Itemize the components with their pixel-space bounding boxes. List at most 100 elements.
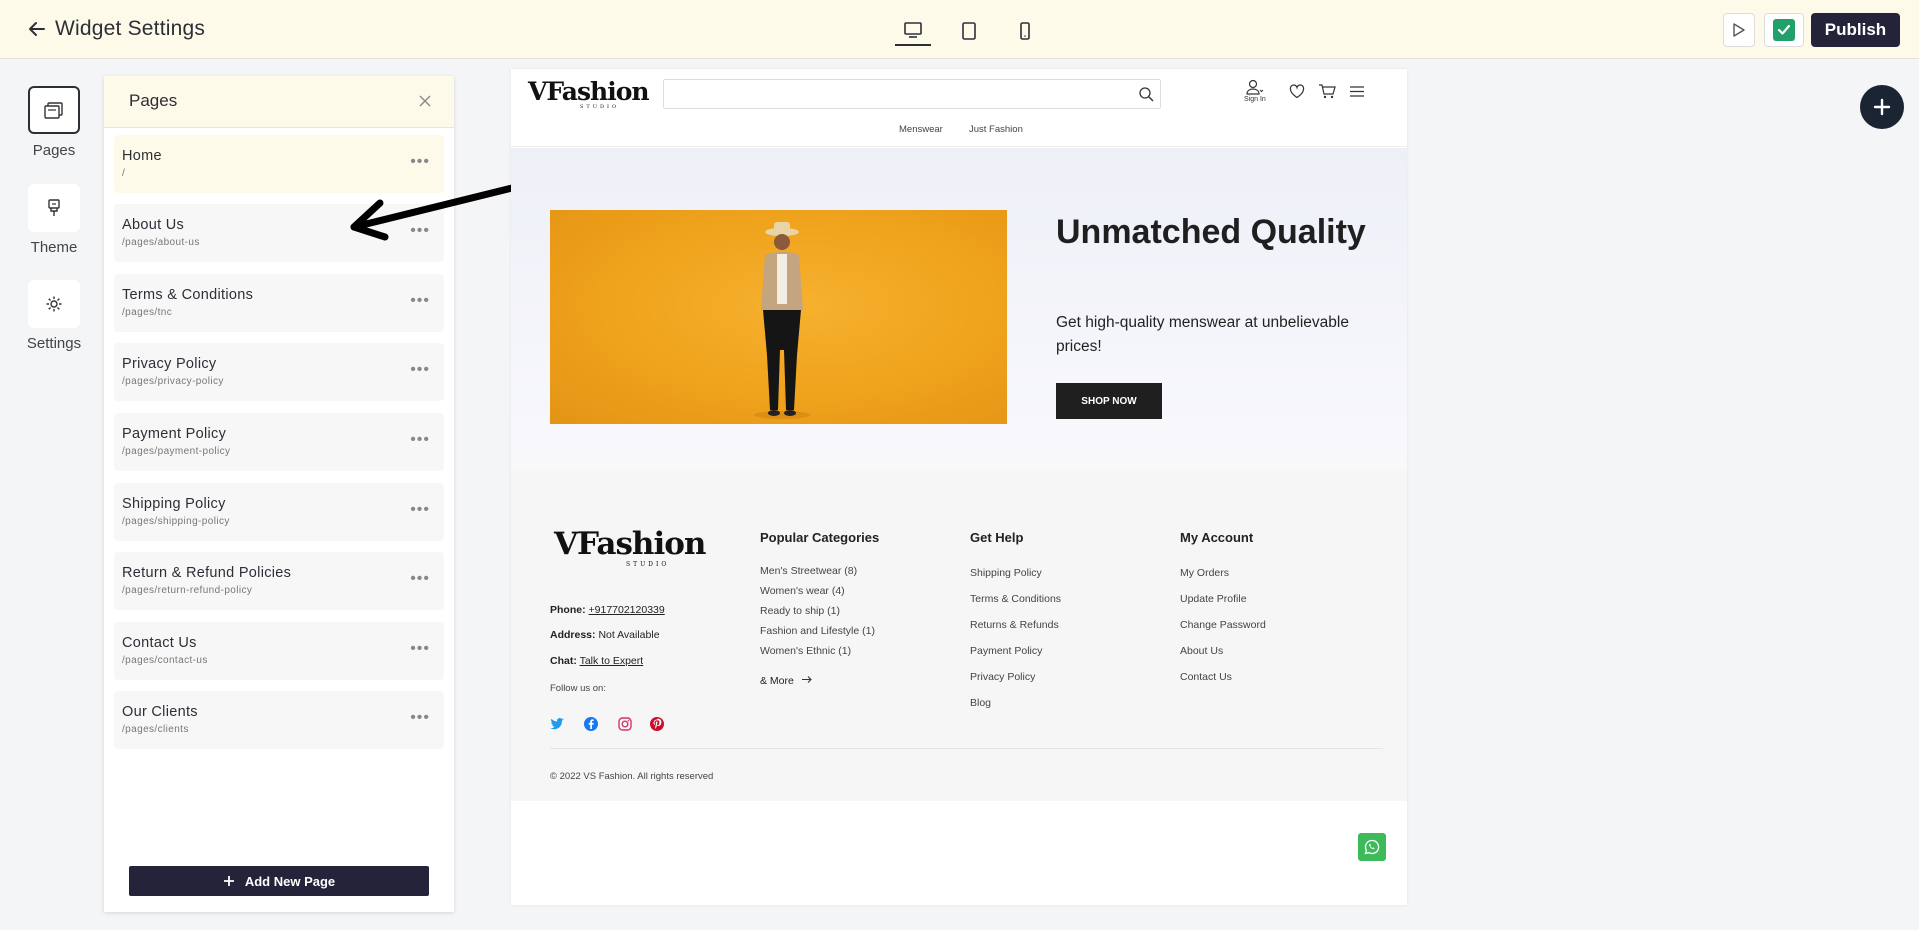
page-item-return-refund[interactable]: Return & Refund Policies /pages/return-r… bbox=[114, 552, 444, 610]
page-item-name: Payment Policy bbox=[122, 426, 227, 442]
paint-roller-icon bbox=[48, 199, 60, 216]
menu-icon[interactable] bbox=[1349, 85, 1365, 98]
page-item-privacy-policy[interactable]: Privacy Policy /pages/privacy-policy ••• bbox=[114, 343, 444, 401]
page-item-shipping-policy[interactable]: Shipping Policy /pages/shipping-policy •… bbox=[114, 483, 444, 541]
site-header: VFashion STUDIO Sign In Menswear Just Fa… bbox=[511, 69, 1407, 147]
rail-theme-button[interactable] bbox=[28, 184, 80, 232]
page-item-path: /pages/clients bbox=[122, 724, 189, 735]
site-search-input[interactable] bbox=[663, 79, 1161, 109]
footer-account-link[interactable]: Contact Us bbox=[1180, 671, 1232, 683]
tablet-view-button[interactable] bbox=[951, 16, 987, 46]
heart-icon[interactable] bbox=[1289, 84, 1305, 99]
page-item-name: Terms & Conditions bbox=[122, 287, 254, 303]
instagram-icon[interactable] bbox=[617, 716, 633, 732]
footer-category-link[interactable]: Women's Ethnic (1) bbox=[760, 645, 851, 657]
page-item-contact-us[interactable]: Contact Us /pages/contact-us ••• bbox=[114, 622, 444, 680]
pinterest-icon[interactable] bbox=[649, 716, 665, 732]
nav-link-just-fashion[interactable]: Just Fashion bbox=[969, 124, 1023, 135]
add-widget-button[interactable] bbox=[1860, 85, 1904, 129]
signin-label[interactable]: Sign In bbox=[1244, 96, 1266, 103]
follow-label: Follow us on: bbox=[550, 683, 606, 694]
user-icon[interactable] bbox=[1246, 79, 1264, 97]
more-options-icon[interactable]: ••• bbox=[410, 154, 430, 170]
footer-divider bbox=[550, 748, 1383, 749]
back-arrow-icon[interactable] bbox=[26, 18, 48, 40]
get-help-title: Get Help bbox=[970, 530, 1024, 545]
footer-category-link[interactable]: Ready to ship (1) bbox=[760, 605, 840, 617]
more-options-icon[interactable]: ••• bbox=[410, 641, 430, 657]
page-item-name: Home bbox=[122, 148, 162, 164]
twitter-icon[interactable] bbox=[549, 716, 565, 732]
phone-link[interactable]: +917702120339 bbox=[589, 604, 665, 616]
more-options-icon[interactable]: ••• bbox=[410, 362, 430, 378]
footer-help-link[interactable]: Payment Policy bbox=[970, 645, 1042, 657]
footer-help-link[interactable]: Blog bbox=[970, 697, 991, 709]
page-item-name: Shipping Policy bbox=[122, 496, 226, 512]
rail-settings-button[interactable] bbox=[28, 280, 80, 328]
footer-category-link[interactable]: Women's wear (4) bbox=[760, 585, 845, 597]
footer-account-link[interactable]: Update Profile bbox=[1180, 593, 1247, 605]
page-title: Widget Settings bbox=[55, 17, 206, 40]
my-account-title: My Account bbox=[1180, 530, 1254, 545]
publish-button[interactable]: Publish bbox=[1811, 13, 1900, 47]
save-status-button[interactable] bbox=[1764, 13, 1804, 47]
footer-account-link[interactable]: Change Password bbox=[1180, 619, 1266, 631]
whatsapp-icon bbox=[1364, 839, 1380, 855]
desktop-view-button[interactable] bbox=[895, 16, 931, 46]
page-item-name: Our Clients bbox=[122, 704, 198, 720]
close-icon[interactable] bbox=[416, 92, 434, 110]
page-item-name: Contact Us bbox=[122, 635, 197, 651]
rail-pages-button[interactable] bbox=[28, 86, 80, 134]
page-item-path: /pages/about-us bbox=[122, 237, 200, 248]
mobile-icon bbox=[1020, 22, 1030, 40]
nav-link-menswear[interactable]: Menswear bbox=[899, 124, 943, 135]
more-options-icon[interactable]: ••• bbox=[410, 710, 430, 726]
site-footer: VFashion STUDIO Phone: +917702120339 Add… bbox=[511, 471, 1407, 801]
footer-help-link[interactable]: Privacy Policy bbox=[970, 671, 1035, 683]
footer-help-link[interactable]: Terms & Conditions bbox=[970, 593, 1061, 605]
cart-icon[interactable] bbox=[1318, 83, 1336, 100]
annotation-arrow-icon bbox=[350, 183, 520, 241]
facebook-icon[interactable] bbox=[583, 716, 599, 732]
check-icon bbox=[1773, 19, 1795, 41]
more-options-icon[interactable]: ••• bbox=[410, 432, 430, 448]
tablet-icon bbox=[962, 22, 976, 40]
page-item-path: /pages/contact-us bbox=[122, 655, 208, 666]
more-options-icon[interactable]: ••• bbox=[410, 293, 430, 309]
footer-account-link[interactable]: My Orders bbox=[1180, 567, 1229, 579]
add-new-page-button[interactable]: Add New Page bbox=[129, 866, 429, 896]
more-categories-link[interactable]: & More bbox=[760, 675, 813, 687]
preview-button[interactable] bbox=[1723, 13, 1755, 47]
plus-icon bbox=[223, 876, 234, 886]
footer-logo[interactable]: VFashion STUDIO bbox=[554, 526, 706, 568]
chat-link[interactable]: Talk to Expert bbox=[580, 655, 644, 667]
page-item-payment-policy[interactable]: Payment Policy /pages/payment-policy ••• bbox=[114, 413, 444, 471]
site-preview-canvas[interactable]: VFashion STUDIO Sign In Menswear Just Fa… bbox=[511, 69, 1407, 905]
page-item-terms[interactable]: Terms & Conditions /pages/tnc ••• bbox=[114, 274, 444, 332]
shop-now-button[interactable]: SHOP NOW bbox=[1056, 383, 1162, 419]
gear-icon bbox=[46, 296, 62, 312]
more-options-icon[interactable]: ••• bbox=[410, 571, 430, 587]
footer-phone: Phone: +917702120339 bbox=[550, 604, 665, 616]
search-icon[interactable] bbox=[1138, 86, 1154, 102]
footer-category-link[interactable]: Men's Streetwear (8) bbox=[760, 565, 857, 577]
pages-panel-header: Pages bbox=[104, 76, 454, 128]
site-logo[interactable]: VFashion STUDIO bbox=[528, 77, 650, 110]
footer-help-link[interactable]: Shipping Policy bbox=[970, 567, 1042, 579]
more-options-icon[interactable]: ••• bbox=[410, 502, 430, 518]
footer-category-link[interactable]: Fashion and Lifestyle (1) bbox=[760, 625, 875, 637]
footer-address: Address: Not Available bbox=[550, 629, 660, 641]
page-item-path: /pages/shipping-policy bbox=[122, 516, 230, 527]
pages-icon bbox=[44, 102, 63, 119]
mobile-view-button[interactable] bbox=[1007, 16, 1043, 46]
page-item-name: About Us bbox=[122, 217, 185, 233]
hero-subtitle: Get high-quality menswear at unbelievabl… bbox=[1056, 314, 1349, 355]
footer-help-link[interactable]: Returns & Refunds bbox=[970, 619, 1059, 631]
page-item-path: /pages/return-refund-policy bbox=[122, 585, 253, 596]
footer-account-link[interactable]: About Us bbox=[1180, 645, 1223, 657]
hero-section: Unmatched Quality Get high-quality mensw… bbox=[511, 148, 1407, 471]
rail-theme-label: Theme bbox=[30, 239, 78, 256]
whatsapp-button[interactable] bbox=[1358, 833, 1386, 861]
page-item-our-clients[interactable]: Our Clients /pages/clients ••• bbox=[114, 691, 444, 749]
hero-title: Unmatched Quality bbox=[1056, 213, 1366, 251]
